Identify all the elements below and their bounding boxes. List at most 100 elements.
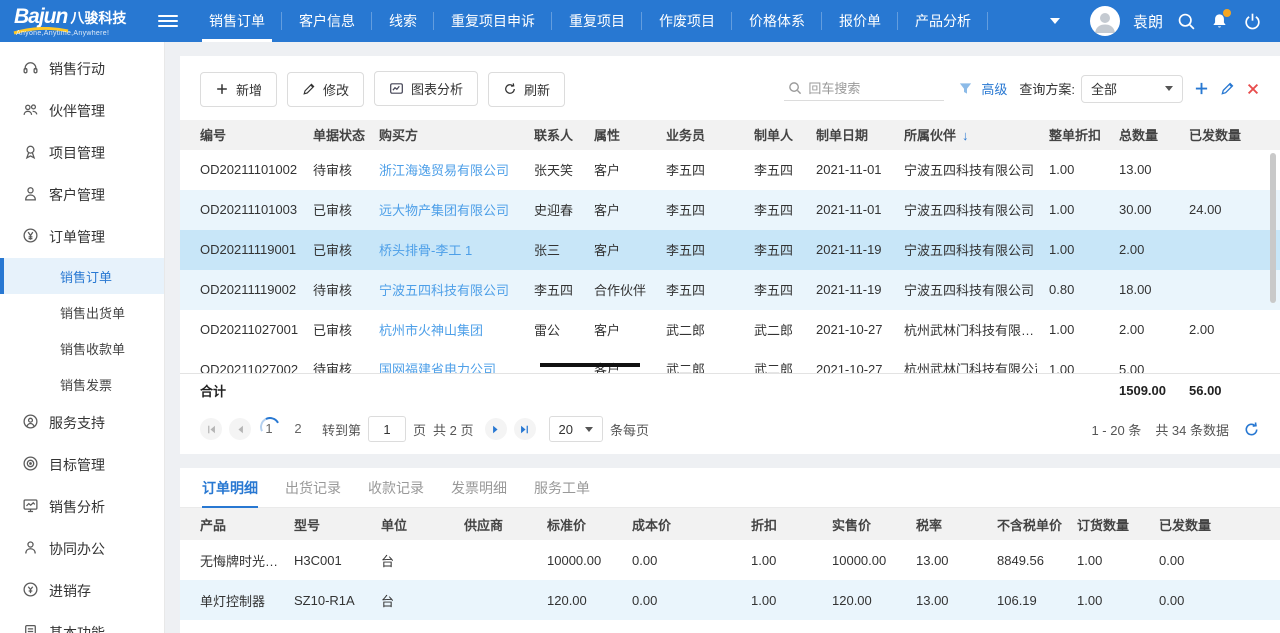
detail-tab-3[interactable]: 收款记录 xyxy=(368,468,424,507)
next-page-button[interactable] xyxy=(485,418,507,440)
top-nav-tab-5[interactable]: 重复项目 xyxy=(552,0,642,42)
buyer-link[interactable]: 国网福建省电力公司 xyxy=(379,362,496,373)
table-row-clipped[interactable]: OD20211027002待审核国网福建省电力公司客户武二郎武二郎2021-10… xyxy=(180,350,1280,374)
toolbar-button-3[interactable]: 图表分析 xyxy=(374,71,478,106)
table-cell: 李五四 xyxy=(660,270,748,310)
sidebar-item-2[interactable]: 伙伴管理 xyxy=(0,90,164,132)
detail-tab-1[interactable]: 订单明细 xyxy=(202,468,258,507)
sidebar-item-6[interactable]: 服务支持 xyxy=(0,402,164,444)
column-header[interactable]: 税率 xyxy=(910,508,991,540)
column-header[interactable]: 联系人 xyxy=(528,120,588,150)
detail-tab-4[interactable]: 发票明细 xyxy=(451,468,507,507)
page-number-1[interactable]: 1 xyxy=(258,418,280,440)
search-input[interactable] xyxy=(808,81,928,96)
column-header[interactable]: 整单折扣 xyxy=(1043,120,1113,150)
top-nav-tab-8[interactable]: 报价单 xyxy=(822,0,898,42)
column-header[interactable]: 订货数量 xyxy=(1071,508,1153,540)
sidebar-item-4[interactable]: 客户管理 xyxy=(0,174,164,216)
user-avatar[interactable] xyxy=(1090,6,1120,36)
goto-page-input[interactable] xyxy=(368,416,406,442)
add-scheme-button[interactable] xyxy=(1194,81,1209,96)
sidebar-subitem-4[interactable]: 销售发票 xyxy=(0,366,164,402)
sidebar-subitem-1[interactable]: 销售订单 xyxy=(0,258,164,294)
per-page-label: 条每页 xyxy=(610,420,649,439)
last-page-button[interactable] xyxy=(514,418,536,440)
top-nav-tab-6[interactable]: 作废项目 xyxy=(642,0,732,42)
top-nav-tab-9[interactable]: 产品分析 xyxy=(898,0,988,42)
column-header[interactable]: 不含税单价 xyxy=(991,508,1071,540)
column-header[interactable]: 产品 xyxy=(180,508,288,540)
sidebar-item-5[interactable]: 订单管理 xyxy=(0,216,164,258)
column-header[interactable]: 已发数量 xyxy=(1153,508,1280,540)
sidebar-item-8[interactable]: 销售分析 xyxy=(0,486,164,528)
column-header[interactable]: 折扣 xyxy=(745,508,826,540)
column-header[interactable]: 供应商 xyxy=(458,508,541,540)
column-header[interactable]: 编号 xyxy=(180,120,307,150)
edit-scheme-button[interactable] xyxy=(1220,81,1235,96)
sidebar-item-9[interactable]: 协同办公 xyxy=(0,528,164,570)
page-size-select[interactable]: 20 xyxy=(549,416,603,442)
toolbar-button-1[interactable]: 新增 xyxy=(200,72,277,107)
column-header[interactable]: 单位 xyxy=(375,508,458,540)
vertical-scrollbar[interactable] xyxy=(1270,153,1276,303)
top-nav-tab-1[interactable]: 销售订单 xyxy=(192,0,282,42)
column-header[interactable]: 成本价 xyxy=(626,508,745,540)
sidebar-subitem-2[interactable]: 销售出货单 xyxy=(0,294,164,330)
table-header-row: 产品型号单位供应商标准价成本价折扣实售价税率不含税单价订货数量已发数量 xyxy=(180,508,1280,540)
buyer-link[interactable]: 远大物产集团有限公司 xyxy=(379,203,509,218)
query-scheme-select[interactable]: 全部 xyxy=(1081,75,1183,103)
column-header[interactable]: 购买方 xyxy=(373,120,528,150)
nav-overflow-caret-icon[interactable] xyxy=(1050,18,1060,24)
top-nav-tab-2[interactable]: 客户信息 xyxy=(282,0,372,42)
menu-toggle-icon[interactable] xyxy=(158,12,178,30)
toolbar-button-4[interactable]: 刷新 xyxy=(488,72,565,107)
sidebar-item-1[interactable]: 销售行动 xyxy=(0,48,164,90)
column-header[interactable]: 标准价 xyxy=(541,508,626,540)
column-header[interactable]: 制单日期 xyxy=(810,120,898,150)
refresh-list-icon[interactable] xyxy=(1243,421,1260,438)
power-icon[interactable] xyxy=(1242,11,1262,31)
user-name[interactable]: 袁朗 xyxy=(1133,11,1163,32)
table-row[interactable]: OD20211119002待审核宁波五四科技有限公司李五四合作伙伴李五四李五四2… xyxy=(180,270,1280,310)
table-row[interactable]: OD20211101003已审核远大物产集团有限公司史迎春客户李五四李五四202… xyxy=(180,190,1280,230)
detail-tab-5[interactable]: 服务工单 xyxy=(534,468,590,507)
detail-tab-2[interactable]: 出货记录 xyxy=(285,468,341,507)
search-icon[interactable] xyxy=(1176,11,1196,31)
table-row[interactable]: OD20211101002待审核浙江海逸贸易有限公司张天笑客户李五四李五四202… xyxy=(180,150,1280,190)
brand-logo[interactable]: Bajun 八骏科技 Anyone,Anytime,Anywhere! xyxy=(0,5,152,37)
buyer-link[interactable]: 桥头排骨-李工 1 xyxy=(379,243,472,258)
buyer-link[interactable]: 宁波五四科技有限公司 xyxy=(379,283,509,298)
sort-descending-icon[interactable]: ↓ xyxy=(962,128,969,143)
sidebar-item-3[interactable]: 项目管理 xyxy=(0,132,164,174)
table-row[interactable]: 无悔牌时光机器H3C001台10000.000.001.0010000.0013… xyxy=(180,540,1280,580)
column-header[interactable]: 实售价 xyxy=(826,508,910,540)
buyer-link[interactable]: 杭州市火神山集团 xyxy=(379,323,483,338)
prev-page-button[interactable] xyxy=(229,418,251,440)
delete-scheme-button[interactable] xyxy=(1246,82,1260,96)
page-number-2[interactable]: 2 xyxy=(287,418,309,440)
top-nav-tab-3[interactable]: 线索 xyxy=(372,0,434,42)
sidebar-item-10[interactable]: 进销存 xyxy=(0,570,164,612)
column-header[interactable]: 单据状态 xyxy=(307,120,373,150)
sidebar-item-7[interactable]: 目标管理 xyxy=(0,444,164,486)
sidebar-subitem-3[interactable]: 销售收款单 xyxy=(0,330,164,366)
notification-bell-icon[interactable] xyxy=(1209,11,1229,31)
column-header[interactable]: 属性 xyxy=(588,120,660,150)
first-page-button[interactable] xyxy=(200,418,222,440)
column-header[interactable]: 总数量 xyxy=(1113,120,1183,150)
filter-funnel-icon[interactable] xyxy=(958,81,973,96)
top-nav-tab-4[interactable]: 重复项目申诉 xyxy=(434,0,552,42)
buyer-link[interactable]: 浙江海逸贸易有限公司 xyxy=(379,163,509,178)
table-row[interactable]: 单灯控制器SZ10-R1A台120.000.001.00120.0013.001… xyxy=(180,580,1280,620)
table-row[interactable]: OD20211027001已审核杭州市火神山集团雷公客户武二郎武二郎2021-1… xyxy=(180,310,1280,350)
sidebar-item-11[interactable]: 基本功能 xyxy=(0,612,164,633)
column-header[interactable]: 型号 xyxy=(288,508,375,540)
column-header[interactable]: 已发数量 xyxy=(1183,120,1280,150)
advanced-search-link[interactable]: 高级 xyxy=(981,79,1007,98)
column-header[interactable]: 制单人 xyxy=(748,120,810,150)
top-nav-tab-7[interactable]: 价格体系 xyxy=(732,0,822,42)
column-header[interactable]: 所属伙伴↓ xyxy=(898,120,1043,150)
toolbar-button-2[interactable]: 修改 xyxy=(287,72,364,107)
column-header[interactable]: 业务员 xyxy=(660,120,748,150)
table-row[interactable]: OD20211119001已审核桥头排骨-李工 1张三客户李五四李五四2021-… xyxy=(180,230,1280,270)
